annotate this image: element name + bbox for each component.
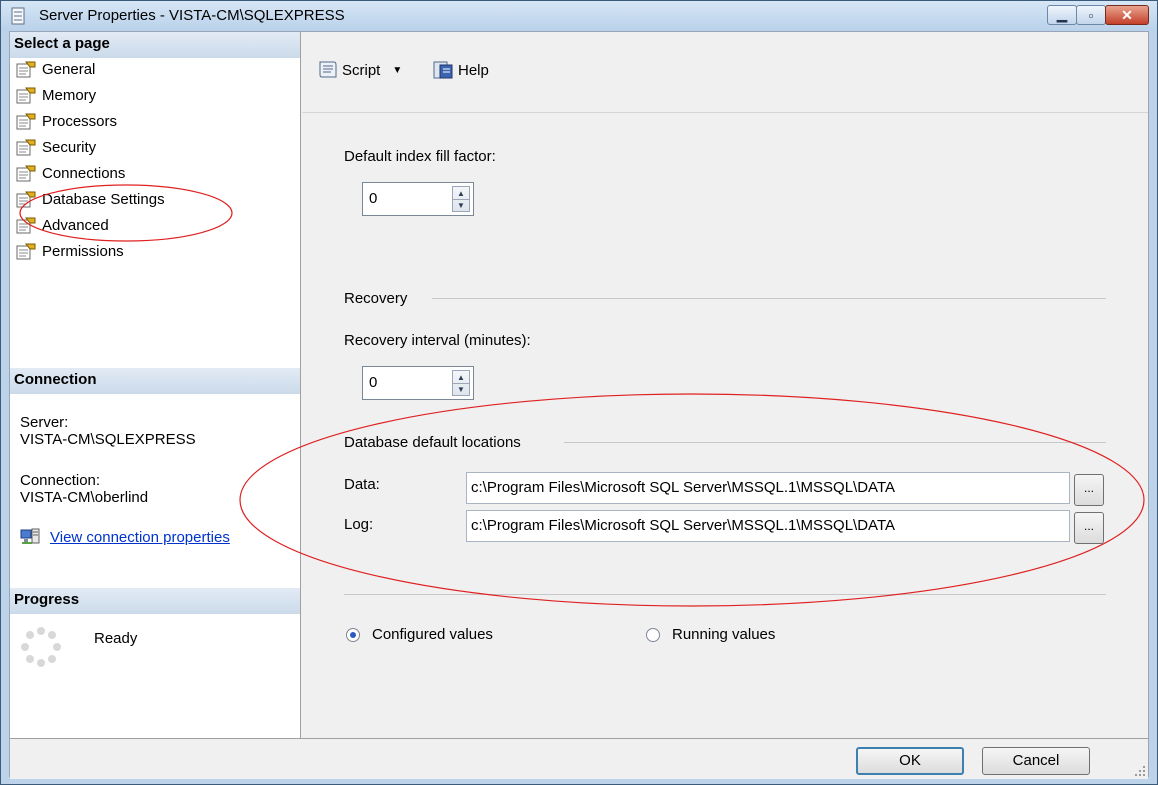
page-label: Memory bbox=[42, 86, 97, 104]
ok-button[interactable]: OK bbox=[856, 747, 964, 775]
spinner-arrows: ▲ ▼ bbox=[452, 370, 470, 396]
log-path-input[interactable]: c:\Program Files\Microsoft SQL Server\MS… bbox=[466, 510, 1070, 542]
connection-header: Connection bbox=[10, 368, 300, 394]
help-button[interactable]: Help bbox=[432, 60, 489, 80]
page-item-advanced[interactable]: Advanced bbox=[16, 212, 165, 238]
help-icon bbox=[433, 61, 453, 79]
spin-down-icon[interactable]: ▼ bbox=[453, 383, 469, 395]
log-browse-button[interactable]: ... bbox=[1074, 512, 1104, 544]
server-value: VISTA-CM\SQLEXPRESS bbox=[20, 431, 196, 448]
toolbar-separator bbox=[302, 112, 1148, 113]
connection-value: VISTA-CM\oberlind bbox=[20, 489, 149, 506]
page-list: General Memory Processors Security Conne… bbox=[16, 56, 165, 264]
locations-group-label: Database default locations bbox=[344, 434, 521, 451]
dropdown-arrow-icon[interactable]: ▼ bbox=[392, 65, 402, 76]
options-separator bbox=[344, 594, 1106, 595]
close-button[interactable]: ✕ bbox=[1105, 5, 1149, 25]
view-connection-properties-text: View connection properties bbox=[50, 528, 230, 546]
configured-values-label: Configured values bbox=[372, 626, 493, 643]
script-button[interactable]: Script ▼ bbox=[316, 60, 402, 80]
recovery-group-line bbox=[432, 298, 1106, 299]
page-item-connections[interactable]: Connections bbox=[16, 160, 165, 186]
page-item-processors[interactable]: Processors bbox=[16, 108, 165, 134]
log-label: Log: bbox=[344, 516, 374, 533]
fill-factor-label: Default index fill factor: bbox=[344, 148, 496, 165]
locations-group-line bbox=[564, 442, 1106, 443]
running-values-label: Running values bbox=[672, 626, 776, 643]
fill-factor-value: 0 bbox=[369, 190, 378, 207]
page-label: Database Settings bbox=[42, 190, 165, 208]
page-item-security[interactable]: Security bbox=[16, 134, 165, 160]
right-panel: Script ▼ Help Default index fill factor:… bbox=[302, 32, 1148, 738]
running-values-radio[interactable]: Running values bbox=[646, 626, 775, 643]
help-label: Help bbox=[458, 61, 489, 79]
select-page-header: Select a page bbox=[10, 32, 300, 58]
radio-selected-icon bbox=[346, 627, 360, 642]
page-label: Processors bbox=[42, 112, 118, 130]
script-label: Script bbox=[342, 61, 381, 79]
page-icon bbox=[16, 87, 36, 103]
configured-values-radio[interactable]: Configured values bbox=[346, 626, 493, 643]
progress-spinner-icon bbox=[21, 627, 61, 667]
page-icon bbox=[16, 113, 36, 129]
page-item-memory[interactable]: Memory bbox=[16, 82, 165, 108]
document-icon bbox=[11, 7, 25, 25]
window-controls: ▁ ▫ ✕ bbox=[1047, 5, 1149, 25]
fill-factor-spinner[interactable]: 0 ▲ ▼ bbox=[362, 182, 474, 216]
title-bar[interactable]: Server Properties - VISTA-CM\SQLEXPRESS … bbox=[1, 1, 1157, 31]
maximize-button[interactable]: ▫ bbox=[1076, 5, 1106, 25]
progress-header: Progress bbox=[10, 588, 300, 614]
page-item-database-settings[interactable]: Database Settings bbox=[16, 186, 165, 212]
dialog-body: Select a page General Memory Processors … bbox=[9, 31, 1149, 779]
resize-grip-icon[interactable] bbox=[1134, 765, 1146, 777]
page-icon bbox=[16, 61, 36, 77]
radio-unselected-icon bbox=[646, 627, 660, 642]
page-icon bbox=[16, 217, 36, 233]
page-label: General bbox=[42, 60, 96, 78]
view-connection-properties-link[interactable]: View connection properties bbox=[20, 528, 230, 546]
server-properties-window: Server Properties - VISTA-CM\SQLEXPRESS … bbox=[0, 0, 1158, 785]
server-label: Server: bbox=[20, 414, 69, 431]
page-label: Security bbox=[42, 138, 97, 156]
spin-down-icon[interactable]: ▼ bbox=[453, 199, 469, 211]
recovery-interval-value: 0 bbox=[369, 374, 378, 391]
data-path-input[interactable]: c:\Program Files\Microsoft SQL Server\MS… bbox=[466, 472, 1070, 504]
cancel-button[interactable]: Cancel bbox=[982, 747, 1090, 775]
page-label: Permissions bbox=[42, 242, 124, 260]
page-item-permissions[interactable]: Permissions bbox=[16, 238, 165, 264]
maximize-icon: ▫ bbox=[1088, 7, 1094, 23]
left-panel: Select a page General Memory Processors … bbox=[10, 32, 301, 738]
minimize-icon: ▁ bbox=[1057, 7, 1067, 22]
dialog-footer: OK Cancel bbox=[10, 738, 1148, 779]
recovery-group-label: Recovery bbox=[344, 290, 408, 307]
toolbar: Script ▼ Help bbox=[302, 32, 1148, 112]
page-label: Connections bbox=[42, 164, 126, 182]
close-icon: ✕ bbox=[1121, 6, 1133, 23]
minimize-button[interactable]: ▁ bbox=[1047, 5, 1077, 25]
page-icon bbox=[16, 191, 36, 207]
data-browse-button[interactable]: ... bbox=[1074, 474, 1104, 506]
data-label: Data: bbox=[344, 476, 380, 493]
recovery-interval-label: Recovery interval (minutes): bbox=[344, 332, 531, 349]
connection-properties-icon bbox=[20, 528, 40, 544]
connection-label: Connection: bbox=[20, 472, 101, 489]
progress-status: Ready bbox=[94, 630, 138, 647]
page-icon bbox=[16, 243, 36, 259]
page-item-general[interactable]: General bbox=[16, 56, 165, 82]
page-icon bbox=[16, 165, 36, 181]
script-icon bbox=[319, 61, 337, 78]
page-label: Advanced bbox=[42, 216, 109, 234]
window-title: Server Properties - VISTA-CM\SQLEXPRESS bbox=[39, 7, 345, 24]
page-icon bbox=[16, 139, 36, 155]
recovery-interval-spinner[interactable]: 0 ▲ ▼ bbox=[362, 366, 474, 400]
spinner-arrows: ▲ ▼ bbox=[452, 186, 470, 212]
